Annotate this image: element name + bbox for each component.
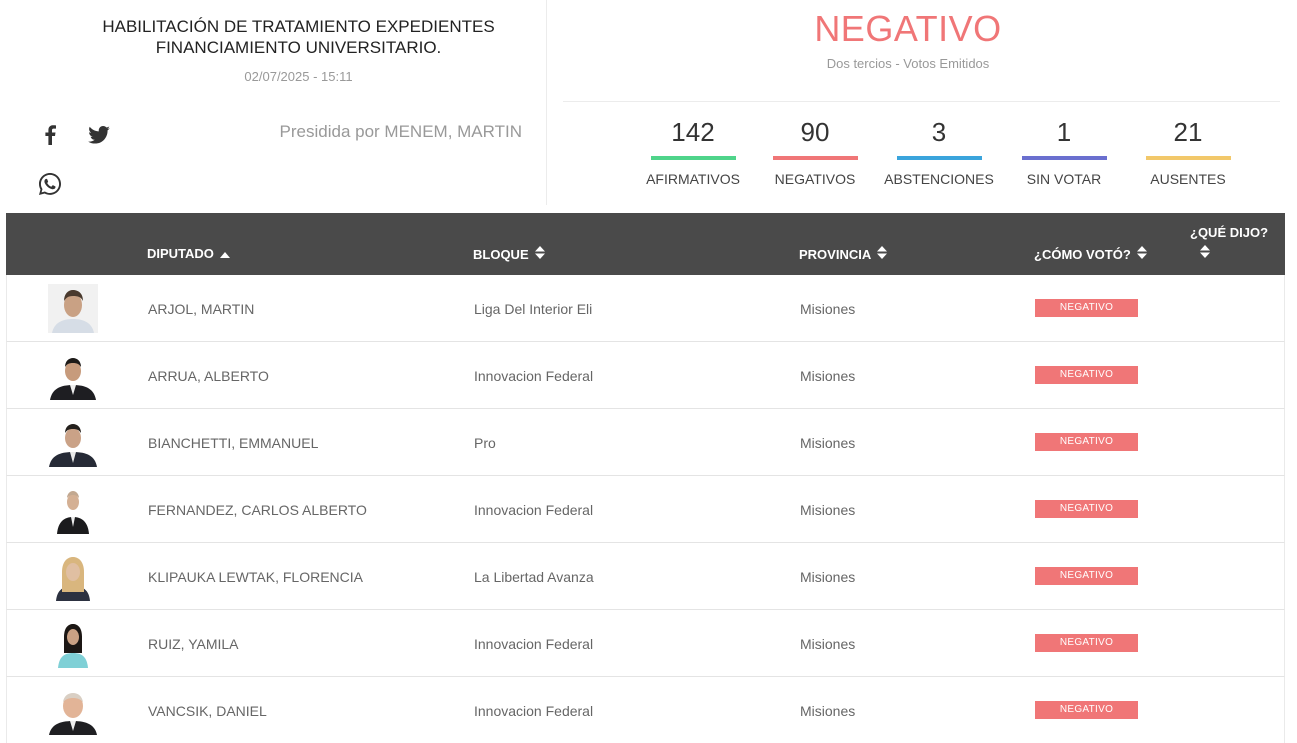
vote-title-line1: HABILITACIÓN DE TRATAMIENTO EXPEDIENTES <box>102 17 495 36</box>
table-row: FERNANDEZ, CARLOS ALBERTO Innovacion Fed… <box>6 476 1285 543</box>
stat-negativos: 90 NEGATIVOS <box>755 117 875 187</box>
stat-afirmativos: 142 AFIRMATIVOS <box>633 117 753 187</box>
diputado-bloque: Innovacion Federal <box>474 703 594 719</box>
twitter-icon <box>88 126 110 144</box>
diputado-bloque: Innovacion Federal <box>474 502 594 518</box>
sort-icon <box>877 246 888 262</box>
diputado-bloque: Pro <box>474 435 496 451</box>
column-header-dijo[interactable]: ¿QUÉ DIJO? <box>1190 225 1268 261</box>
diputado-provincia: Misiones <box>800 502 856 518</box>
column-header-label: ¿QUÉ DIJO? <box>1190 225 1269 240</box>
avatar <box>48 619 98 668</box>
whatsapp-share-button[interactable] <box>36 170 64 198</box>
column-header-label: ¿CÓMO VOTÓ? <box>1034 246 1131 262</box>
vote-title-line2: FINANCIAMIENTO UNIVERSITARIO. <box>155 38 442 57</box>
column-header-diputado[interactable]: DIPUTADO <box>147 246 230 261</box>
table-header: DIPUTADO BLOQUE PROVINCIA ¿CÓMO VOTÓ? ¿Q… <box>6 213 1285 275</box>
diputado-name: KLIPAUKA LEWTAK, FLORENCIA <box>148 569 363 585</box>
stat-color-bar <box>650 156 736 160</box>
diputado-provincia: Misiones <box>800 368 856 384</box>
column-header-voto[interactable]: ¿CÓMO VOTÓ? <box>1034 246 1147 262</box>
diputado-provincia: Misiones <box>800 703 856 719</box>
stat-value: 3 <box>931 117 947 147</box>
sort-icon <box>1136 246 1147 262</box>
table-row: BIANCHETTI, EMMANUEL Pro Misiones NEGATI… <box>6 409 1285 476</box>
avatar <box>48 485 98 534</box>
stat-sin-votar: 1 SIN VOTAR <box>1004 117 1124 187</box>
vote-badge: NEGATIVO <box>1035 500 1138 518</box>
table-row: KLIPAUKA LEWTAK, FLORENCIA La Libertad A… <box>6 543 1285 610</box>
column-header-label: DIPUTADO <box>147 246 214 261</box>
diputado-provincia: Misiones <box>800 301 856 317</box>
diputado-bloque: Liga Del Interior Eli <box>474 301 593 317</box>
diputado-name: BIANCHETTI, EMMANUEL <box>148 435 319 451</box>
diputado-name: FERNANDEZ, CARLOS ALBERTO <box>148 502 367 518</box>
stat-value: 142 <box>671 117 715 147</box>
avatar <box>48 552 98 601</box>
avatar <box>48 418 98 467</box>
diputado-provincia: Misiones <box>800 569 856 585</box>
vote-info-panel: HABILITACIÓN DE TRATAMIENTO EXPEDIENTES … <box>0 0 547 205</box>
vote-badge: NEGATIVO <box>1035 701 1138 719</box>
avatar <box>48 351 98 400</box>
avatar <box>48 686 98 735</box>
stat-value: 21 <box>1173 117 1203 147</box>
stat-abstenciones: 3 ABSTENCIONES <box>879 117 999 187</box>
stat-color-bar <box>896 156 982 160</box>
diputado-name: RUIZ, YAMILA <box>148 636 239 652</box>
diputado-bloque: Innovacion Federal <box>474 636 594 652</box>
whatsapp-icon <box>39 173 61 195</box>
diputado-provincia: Misiones <box>800 636 856 652</box>
vote-result-subtitle: Dos tercios - Votos Emitidos <box>826 56 990 71</box>
facebook-share-button[interactable] <box>36 121 64 149</box>
table-row: ARRUA, ALBERTO Innovacion Federal Mision… <box>6 342 1285 409</box>
stat-color-bar <box>1145 156 1231 160</box>
header-divider <box>563 101 1280 102</box>
table-row: VANCSIK, DANIEL Innovacion Federal Misio… <box>6 677 1285 743</box>
diputado-name: ARJOL, MARTIN <box>148 301 255 317</box>
avatar <box>48 284 98 333</box>
diputado-bloque: Innovacion Federal <box>474 368 594 384</box>
stat-label: SIN VOTAR <box>1026 171 1102 187</box>
stat-label: ABSTENCIONES <box>884 171 994 187</box>
vote-badge: NEGATIVO <box>1035 299 1138 317</box>
diputado-name: VANCSIK, DANIEL <box>148 703 267 719</box>
column-header-label: BLOQUE <box>473 246 529 262</box>
column-header-provincia[interactable]: PROVINCIA <box>799 246 888 262</box>
vote-badge: NEGATIVO <box>1035 634 1138 652</box>
vote-result: NEGATIVO <box>814 8 1002 49</box>
column-header-label: PROVINCIA <box>799 246 872 262</box>
stat-value: 90 <box>800 117 830 147</box>
vote-badge: NEGATIVO <box>1035 433 1138 451</box>
stat-label: NEGATIVOS <box>774 171 856 187</box>
diputado-provincia: Misiones <box>800 435 856 451</box>
diputado-name: ARRUA, ALBERTO <box>148 368 269 384</box>
vote-title: HABILITACIÓN DE TRATAMIENTO EXPEDIENTES … <box>50 16 547 58</box>
vote-badge: NEGATIVO <box>1035 366 1138 384</box>
diputado-bloque: La Libertad Avanza <box>474 569 594 585</box>
stat-color-bar <box>1021 156 1107 160</box>
column-header-bloque[interactable]: BLOQUE <box>473 246 545 262</box>
stat-ausentes: 21 AUSENTES <box>1128 117 1248 187</box>
stat-value: 1 <box>1056 117 1072 147</box>
vote-date: 02/07/2025 - 15:11 <box>244 69 353 84</box>
sort-icon <box>534 246 545 262</box>
stat-color-bar <box>772 156 858 160</box>
vote-badge: NEGATIVO <box>1035 567 1138 585</box>
votes-table: DIPUTADO BLOQUE PROVINCIA ¿CÓMO VOTÓ? ¿Q… <box>6 213 1285 743</box>
facebook-icon <box>45 125 56 145</box>
table-row: ARJOL, MARTIN Liga Del Interior Eli Misi… <box>6 275 1285 342</box>
sort-icon <box>1200 245 1268 261</box>
presiding-officer: Presidida por MENEM, MARTIN <box>279 122 522 141</box>
stat-label: AFIRMATIVOS <box>646 171 740 187</box>
stat-label: AUSENTES <box>1150 171 1226 187</box>
table-row: RUIZ, YAMILA Innovacion Federal Misiones… <box>6 610 1285 677</box>
sort-up-icon <box>219 246 230 261</box>
twitter-share-button[interactable] <box>85 121 113 149</box>
